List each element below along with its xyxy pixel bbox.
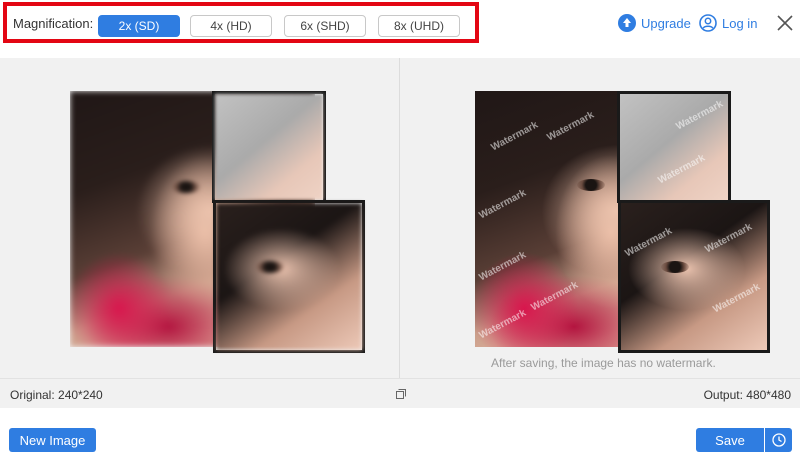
login-link[interactable]: Log in xyxy=(699,13,757,33)
output-zoom-bottom: Watermark Watermark Watermark xyxy=(618,200,770,353)
upgrade-label: Upgrade xyxy=(641,15,691,31)
upgrade-link[interactable]: Upgrade xyxy=(618,13,691,33)
history-clock-icon xyxy=(771,433,786,447)
mag-option-2x[interactable]: 2x (SD) xyxy=(98,15,180,37)
mag-option-8x[interactable]: 8x (UHD) xyxy=(378,15,460,37)
enhancer-window: Magnification: 2x (SD) 4x (HD) 6x (SHD) … xyxy=(0,0,800,468)
compare-icon[interactable] xyxy=(396,389,406,399)
user-icon xyxy=(699,14,717,32)
save-button[interactable]: Save xyxy=(696,428,764,452)
output-size: Output: 480*480 xyxy=(703,388,791,402)
original-zoom-bottom xyxy=(213,200,365,353)
mag-option-6x[interactable]: 6x (SHD) xyxy=(284,15,366,37)
original-size: Original: 240*240 xyxy=(10,388,103,402)
top-bar: Magnification: 2x (SD) 4x (HD) 6x (SHD) … xyxy=(0,0,800,46)
info-bar: Original: 240*240 Output: 480*480 xyxy=(0,378,800,408)
magnification-label: Magnification: xyxy=(13,16,94,31)
history-button[interactable] xyxy=(765,428,792,452)
upgrade-icon xyxy=(618,14,636,32)
new-image-button[interactable]: New Image xyxy=(9,428,96,452)
watermark-note: After saving, the image has no watermark… xyxy=(491,356,716,370)
pane-divider[interactable] xyxy=(399,58,400,378)
mag-option-4x[interactable]: 4x (HD) xyxy=(190,15,272,37)
magnification-group: Magnification: 2x (SD) 4x (HD) 6x (SHD) … xyxy=(3,2,479,43)
login-label: Log in xyxy=(722,15,758,31)
close-icon[interactable] xyxy=(776,14,794,32)
original-zoom-top xyxy=(212,91,326,203)
output-zoom-top: Watermark Watermark xyxy=(617,91,731,203)
preview-area: Watermark Watermark Watermark Watermark … xyxy=(0,58,800,378)
